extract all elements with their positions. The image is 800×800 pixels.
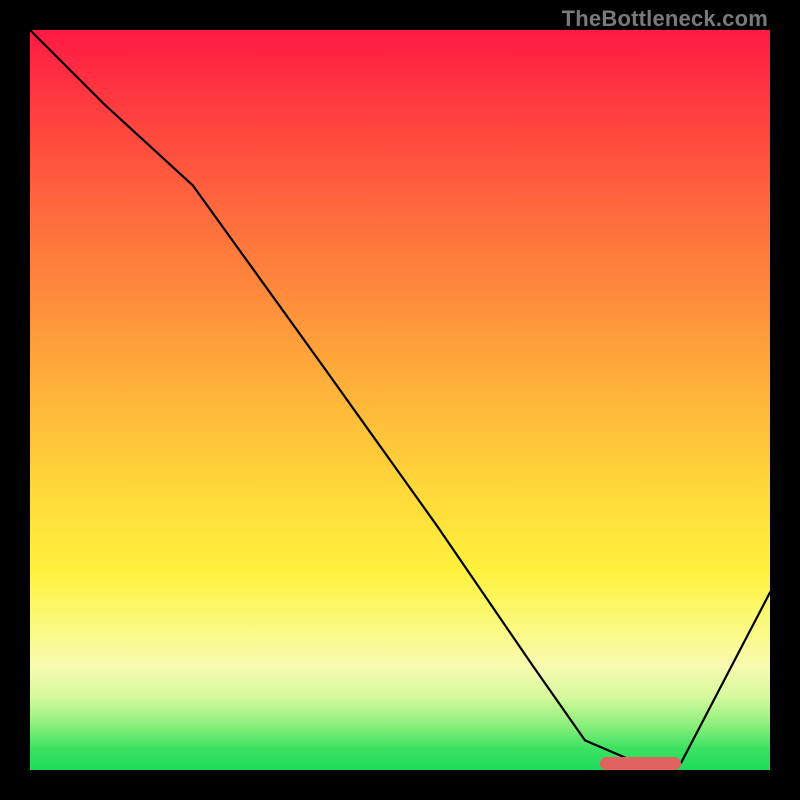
chart-frame: TheBottleneck.com xyxy=(0,0,800,800)
plot-area xyxy=(30,30,770,770)
optimal-range-marker xyxy=(600,757,681,770)
bottleneck-curve xyxy=(30,30,770,770)
watermark-text: TheBottleneck.com xyxy=(562,6,768,32)
